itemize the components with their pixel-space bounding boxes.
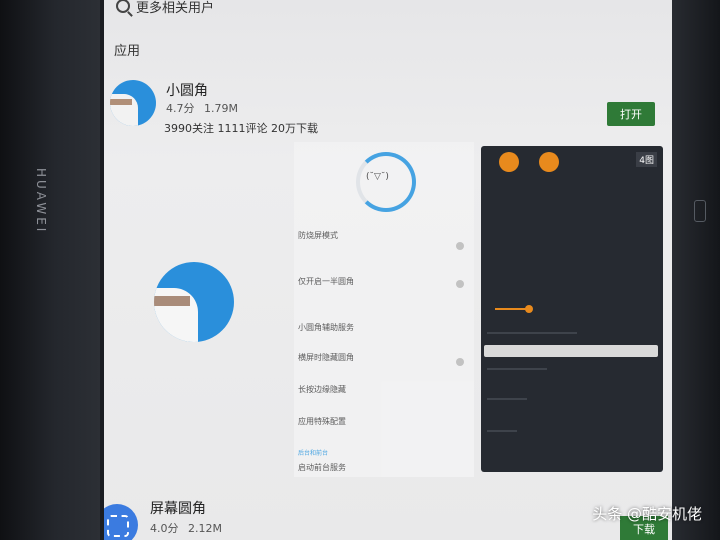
slider-knob xyxy=(525,305,533,313)
tablet-bezel-left xyxy=(0,0,100,540)
input-bar xyxy=(484,345,658,357)
settings-item: 应用特殊配置 xyxy=(298,417,346,426)
tablet-screen: 更多相关用户 应用 小圆角 4.7分 1.79M 3990关注 1111评论 2… xyxy=(104,0,672,540)
more-users-link[interactable]: 更多相关用户 xyxy=(116,0,214,16)
app-icon xyxy=(110,80,156,126)
toggle xyxy=(456,242,464,250)
settings-item: 小圆角辅助服务 xyxy=(298,323,354,332)
settings-item: 防烧屏模式 xyxy=(298,231,338,240)
screenshot-settings: (˘▽˘) 防烧屏模式 仅开启一半圆角 小圆角辅助服务 横屏时隐藏圆角 长按边缘… xyxy=(294,142,474,477)
settings-item: 横屏时隐藏圆角 xyxy=(298,353,354,362)
app-rating: 4.7分 xyxy=(166,102,195,115)
app-stats: 3990关注 1111评论 20万下载 xyxy=(164,122,318,135)
more-users-label: 更多相关用户 xyxy=(136,0,215,16)
search-icon xyxy=(116,0,130,13)
tablet-bezel-right xyxy=(668,0,720,540)
app-large-icon xyxy=(154,262,234,342)
watermark: 头条 @酷安机佬 xyxy=(592,505,702,523)
toggle xyxy=(456,358,464,366)
app-name: 小圆角 xyxy=(166,83,208,99)
quick-tile xyxy=(499,152,519,172)
image-count-label: 4图 xyxy=(636,152,657,167)
quick-tile xyxy=(539,152,559,172)
slider-track xyxy=(495,308,527,310)
brand-label: HUAWEI xyxy=(34,168,48,235)
section-title: 应用 xyxy=(114,44,141,59)
app-icon xyxy=(104,504,138,540)
app-name: 屏幕圆角 xyxy=(150,501,206,517)
app-meta: 4.0分 2.12M xyxy=(150,520,222,536)
settings-item: 启动前台服务 xyxy=(298,463,346,472)
progress-ring xyxy=(356,152,416,212)
toggle xyxy=(456,280,464,288)
side-button xyxy=(694,200,706,222)
open-button[interactable]: 打开 xyxy=(607,102,655,126)
ring-face: (˘▽˘) xyxy=(366,172,389,182)
settings-item: 仅开启一半圆角 xyxy=(298,277,354,286)
settings-item: 长按边缘隐藏 xyxy=(298,385,346,394)
app-size: 2.12M xyxy=(188,522,222,535)
screenshot-dark-panel: 4图 xyxy=(481,146,663,472)
app-size: 1.79M xyxy=(204,102,238,115)
app-meta: 4.7分 1.79M xyxy=(166,100,238,116)
app-rating: 4.0分 xyxy=(150,522,179,535)
section-link: 后台和前台 xyxy=(298,450,329,457)
